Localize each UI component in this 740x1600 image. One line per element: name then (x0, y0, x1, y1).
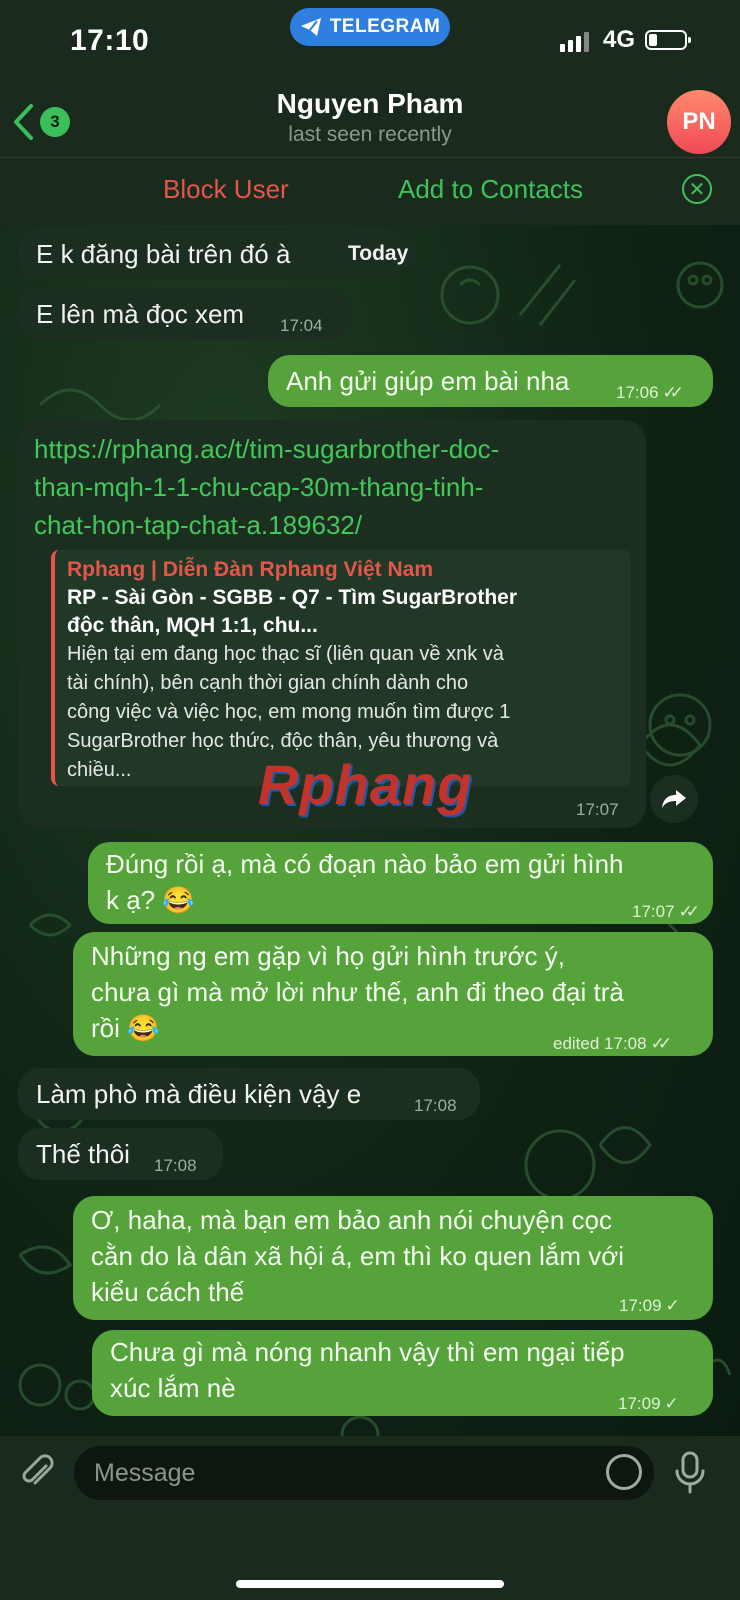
message-incoming[interactable]: E lên mà đọc xem 17:04 (18, 288, 348, 340)
preview-title-line: RP - Sài Gòn - SGBB - Q7 - Tìm SugarBrot… (67, 586, 517, 609)
check-icon: ✓ (664, 1394, 679, 1413)
message-incoming[interactable]: E k đăng bài trên đó à Today (18, 228, 417, 280)
message-meta: 17:09 ✓ (618, 1386, 679, 1422)
signal-icon (560, 30, 589, 52)
message-composer (0, 1436, 740, 1600)
close-icon[interactable]: ✕ (682, 174, 712, 204)
message-time: 17:09 (619, 1296, 662, 1315)
message-text: Làm phò mà điều kiện vậy e (36, 1079, 362, 1109)
share-arrow-icon (662, 790, 686, 808)
message-outgoing[interactable]: Chưa gì mà nóng nhanh vậy thì em ngại ti… (92, 1330, 713, 1416)
message-text: E k đăng bài trên đó à (36, 239, 291, 269)
avatar[interactable]: PN (667, 90, 731, 154)
link-text[interactable]: https://rphang.ac/t/tim-sugarbrother-doc… (34, 430, 630, 544)
message-outgoing[interactable]: Đúng rồi ạ, mà có đoạn nào bảo em gửi hì… (88, 842, 713, 924)
link-line: chat-hon-tap-chat-a.189632/ (34, 510, 363, 540)
message-outgoing[interactable]: Ơ, haha, mà bạn em bảo anh nói chuyện cọ… (73, 1196, 713, 1320)
microphone-icon (675, 1451, 705, 1494)
date-pill: Today (340, 240, 417, 268)
preview-title-line: độc thân, MQH 1:1, chu... (67, 614, 318, 637)
top-bar: 17:10 TELEGRAM 4G 3 Nguyen Pham last see… (0, 0, 740, 225)
message-meta: edited 17:08 ✓✓ (553, 1026, 672, 1062)
last-seen: last seen recently (288, 123, 452, 146)
message-input[interactable] (74, 1446, 654, 1500)
double-check-icon: ✓✓ (678, 902, 700, 921)
message-time: 17:09 (618, 1394, 661, 1413)
message-text: Thế thôi (36, 1139, 130, 1169)
message-meta: 17:09 ✓ (619, 1288, 680, 1324)
share-button[interactable] (650, 775, 698, 823)
status-bar: 17:10 TELEGRAM 4G (0, 0, 740, 80)
message-incoming[interactable]: Thế thôi 17:08 (18, 1128, 223, 1180)
message-text: Anh gửi giúp em bài nha (286, 366, 570, 396)
message-time: 17:08 (154, 1156, 197, 1175)
message-line: chưa gì mà mở lời như thế, anh đi theo đ… (91, 977, 624, 1007)
status-time: 17:10 (70, 24, 150, 57)
message-line: Ơ, haha, mà bạn em bảo anh nói chuyện cọ… (91, 1205, 612, 1235)
message-line: xúc lắm nè (110, 1373, 236, 1403)
telegram-pill-label: TELEGRAM (329, 16, 441, 37)
message-line: k ạ? 😂 (106, 885, 195, 915)
message-line: Chưa gì mà nóng nhanh vậy thì em ngại ti… (110, 1337, 625, 1367)
message-time: 17:08 (414, 1096, 457, 1115)
microphone-button[interactable] (670, 1450, 710, 1496)
link-line: than-mqh-1-1-chu-cap-30m-thang-tinh- (34, 472, 484, 502)
action-bar: Block User Add to Contacts ✕ (0, 157, 740, 224)
block-user-button[interactable]: Block User (163, 174, 289, 205)
message-outgoing[interactable]: Anh gửi giúp em bài nha 17:06 ✓✓ (268, 355, 713, 407)
telegram-pill[interactable]: TELEGRAM (290, 8, 450, 46)
double-check-icon: ✓✓ (650, 1034, 672, 1053)
message-time: 17:06 (616, 383, 659, 402)
message-meta: 17:07 ✓✓ (632, 894, 700, 930)
message-text: E lên mà đọc xem (36, 299, 245, 329)
home-indicator (236, 1580, 504, 1588)
message-line: Những ng em gặp vì họ gửi hình trước ý, (91, 941, 565, 971)
message-time: edited 17:08 (553, 1034, 647, 1053)
message-time: 17:07 (576, 800, 619, 819)
link-preview[interactable]: Rphang | Diễn Đàn Rphang Việt Nam RP - S… (51, 550, 631, 786)
attach-button[interactable] (18, 1452, 58, 1492)
message-line: Đúng rồi ạ, mà có đoạn nào bảo em gửi hì… (106, 849, 624, 879)
battery-icon (645, 30, 691, 50)
watermark-logo: Rphang (258, 753, 473, 816)
network-type: 4G (603, 26, 636, 53)
add-to-contacts-button[interactable]: Add to Contacts (398, 174, 583, 205)
preview-desc-line: Hiện tại em đang học thạc sĩ (liên quan … (67, 643, 504, 665)
message-incoming[interactable]: Làm phò mà điều kiện vậy e 17:08 (18, 1068, 480, 1120)
preview-desc-line: công việc và việc học, em mong muốn tìm … (67, 701, 511, 723)
message-time: 17:04 (280, 316, 323, 335)
paperclip-icon (22, 1454, 54, 1485)
check-icon: ✓ (665, 1296, 680, 1315)
message-line: kiểu cách thế (91, 1277, 245, 1307)
message-time: 17:07 (632, 902, 675, 921)
sticker-icon[interactable] (606, 1454, 642, 1490)
preview-desc-line: tài chính), bên cạnh thời gian chính dàn… (67, 672, 469, 694)
link-line: https://rphang.ac/t/tim-sugarbrother-doc… (34, 434, 500, 464)
message-outgoing[interactable]: Những ng em gặp vì họ gửi hình trước ý, … (73, 932, 713, 1056)
chat-header: 3 Nguyen Pham last seen recently PN (0, 80, 740, 155)
chat-title[interactable]: Nguyen Pham (0, 88, 740, 120)
message-meta: 17:06 ✓✓ (616, 375, 684, 411)
preview-site-name: Rphang | Diễn Đàn Rphang Việt Nam (67, 558, 434, 581)
paper-plane-icon (300, 18, 321, 36)
message-line: cằn do là dân xã hội á, em thì ko quen l… (91, 1241, 625, 1271)
double-check-icon: ✓✓ (662, 383, 684, 402)
